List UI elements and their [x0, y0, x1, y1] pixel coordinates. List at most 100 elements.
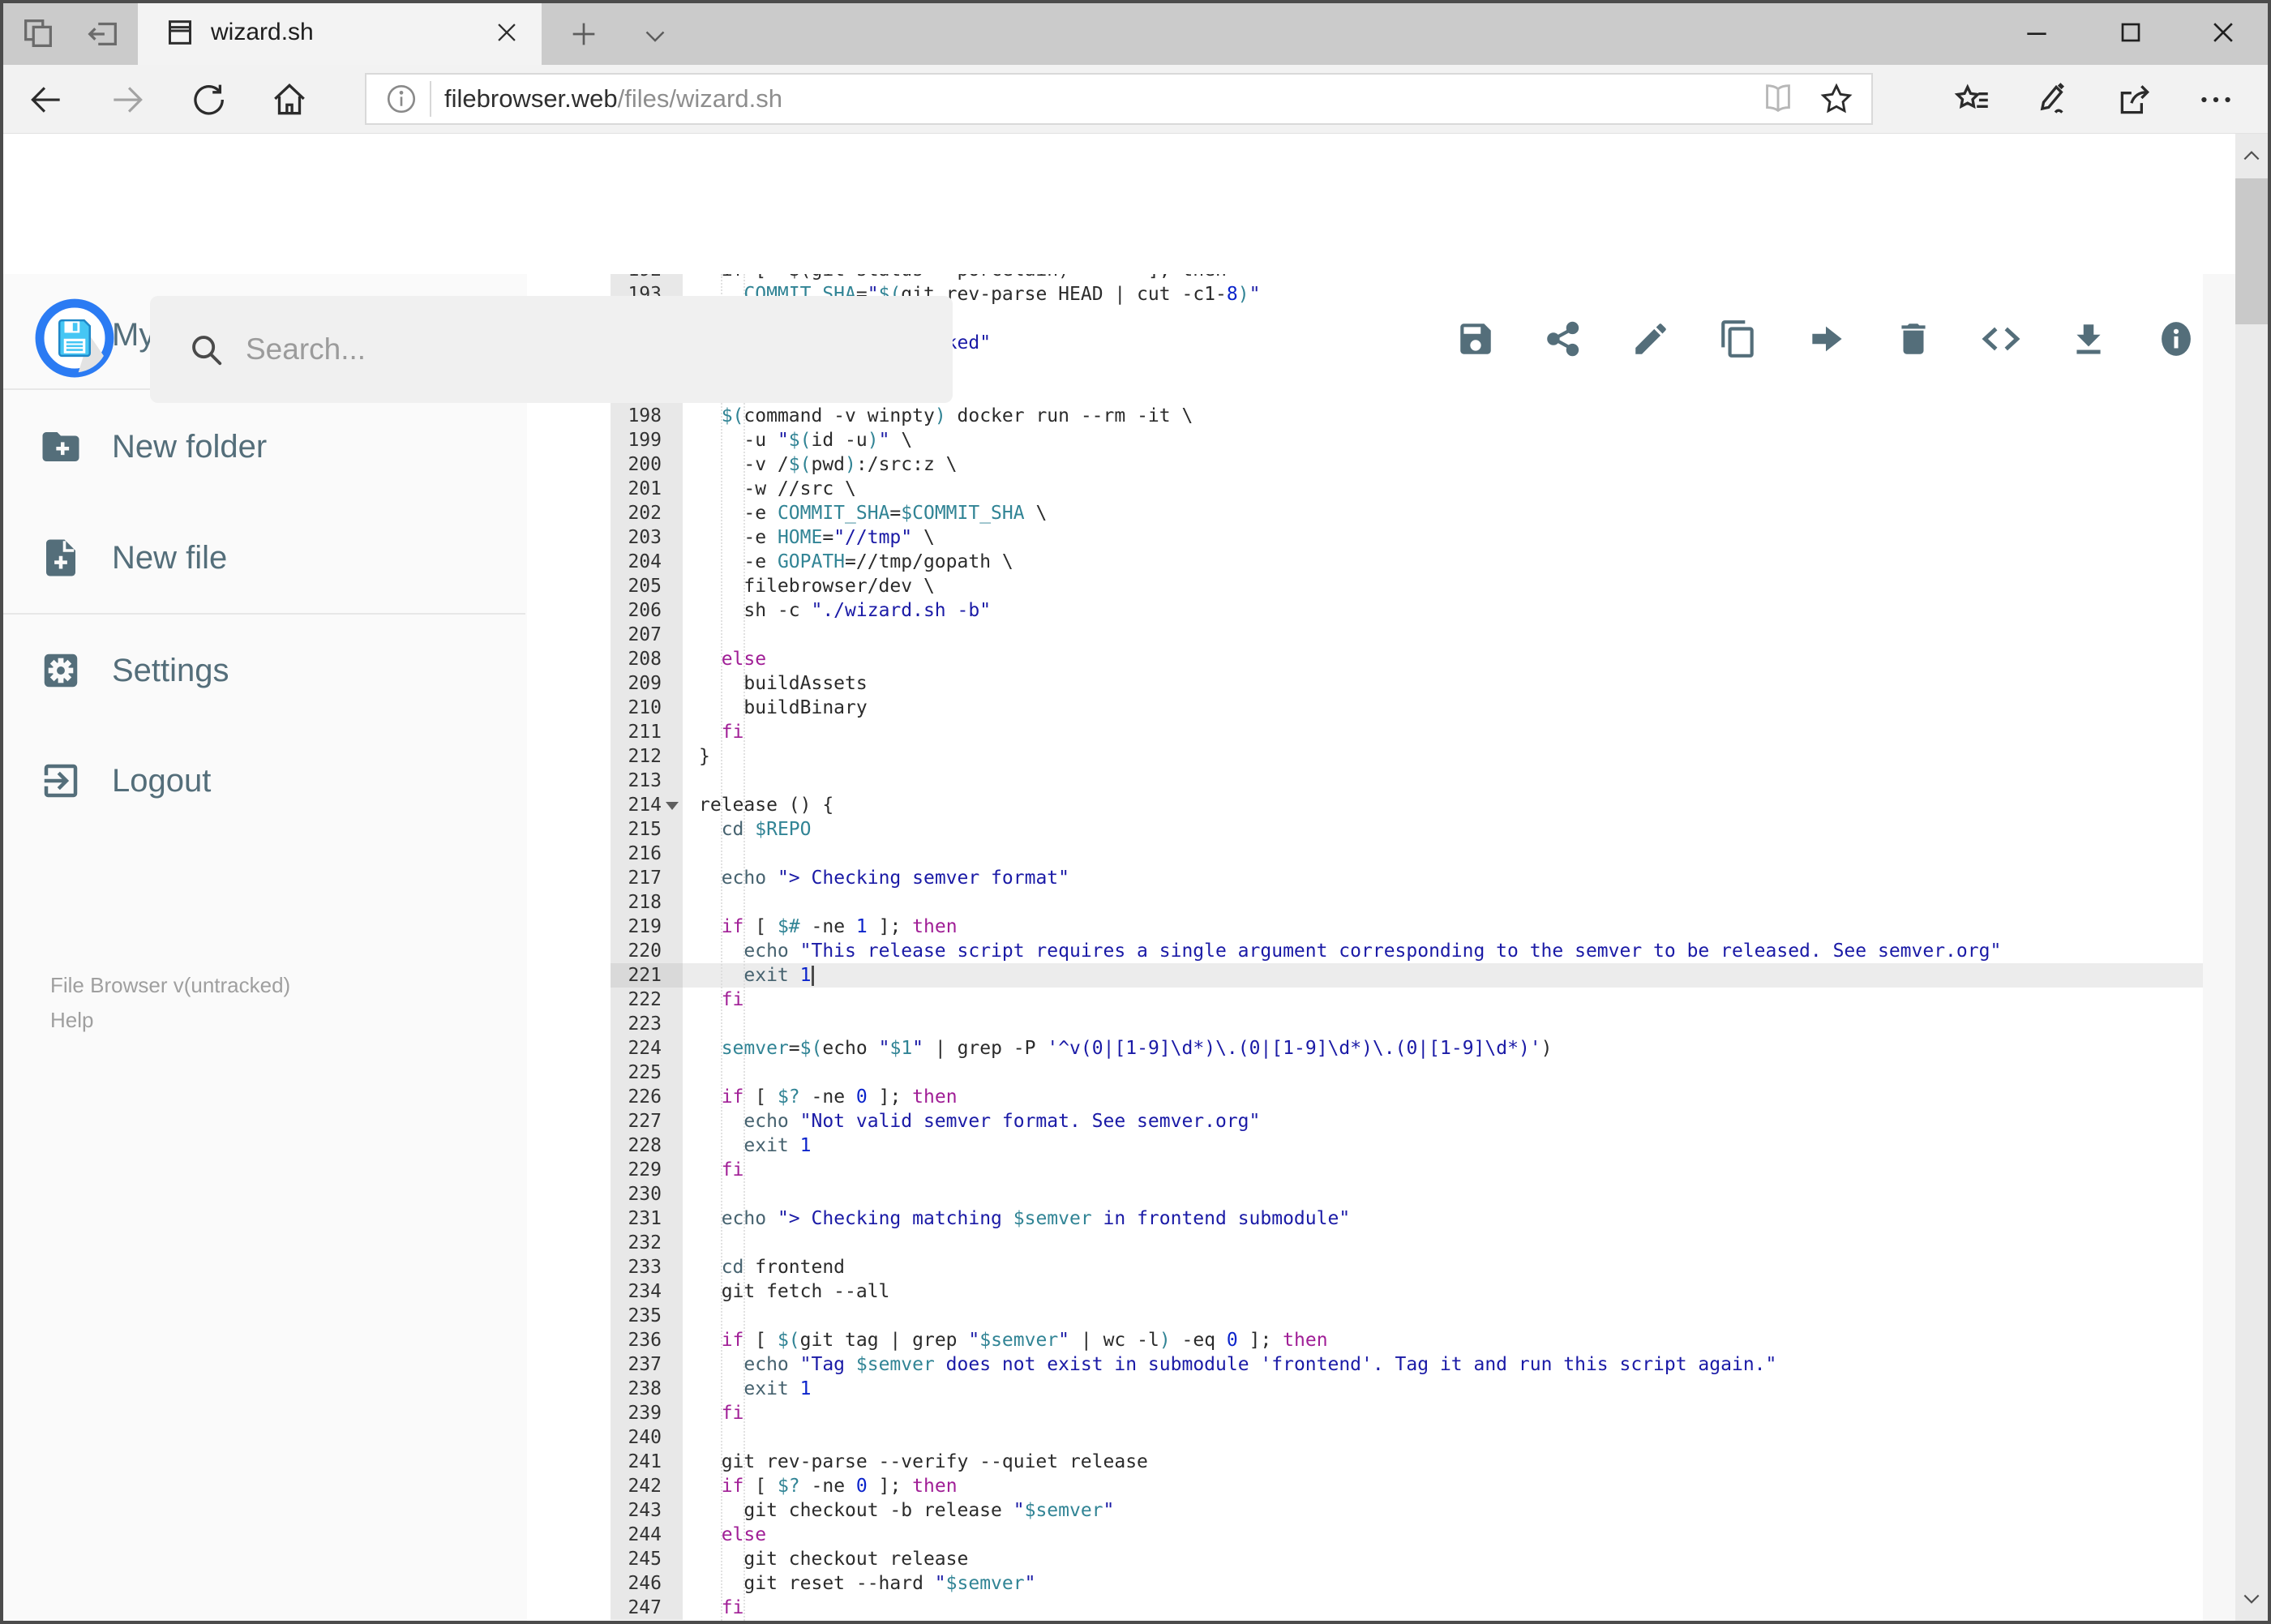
code-line[interactable]: 229 fi: [611, 1158, 2235, 1182]
line-number[interactable]: 222: [611, 988, 683, 1012]
line-number[interactable]: 202: [611, 501, 683, 525]
scroll-down-icon[interactable]: [2241, 1588, 2262, 1609]
code-line[interactable]: 223: [611, 1012, 2235, 1036]
code-line[interactable]: 244 else: [611, 1523, 2235, 1547]
minimize-button[interactable]: [2014, 13, 2059, 52]
code-line[interactable]: 215 cd $REPO: [611, 817, 2235, 842]
code-line[interactable]: 235: [611, 1304, 2235, 1328]
line-number[interactable]: 219: [611, 915, 683, 939]
url-field[interactable]: filebrowser.web/files/wizard.sh: [365, 73, 1873, 125]
code-line[interactable]: 236 if [ $(git tag | grep "$semver" | wc…: [611, 1328, 2235, 1352]
code-line[interactable]: 226 if [ $? -ne 0 ]; then: [611, 1085, 2235, 1109]
code-line[interactable]: 243 git checkout -b release "$semver": [611, 1498, 2235, 1523]
code-line[interactable]: 220 echo "This release script requires a…: [611, 939, 2235, 963]
set-tabs-aside-icon[interactable]: [84, 15, 122, 52]
line-number[interactable]: 230: [611, 1182, 683, 1206]
code-line[interactable]: 242 if [ $? -ne 0 ]; then: [611, 1474, 2235, 1498]
code-view-button[interactable]: [1981, 319, 2021, 359]
line-number[interactable]: 221: [611, 963, 683, 988]
code-line[interactable]: 203 -e HOME="//tmp" \: [611, 525, 2235, 550]
line-number[interactable]: 209: [611, 671, 683, 696]
site-info-icon[interactable]: [384, 82, 418, 116]
line-number[interactable]: 203: [611, 525, 683, 550]
code-line[interactable]: 213: [611, 769, 2235, 793]
more-icon[interactable]: [2196, 79, 2236, 120]
line-number[interactable]: 200: [611, 452, 683, 477]
code-line[interactable]: 200 -v /$(pwd):/src:z \: [611, 452, 2235, 477]
code-line[interactable]: 198 $(command -v winpty) docker run --rm…: [611, 404, 2235, 428]
line-number[interactable]: 247: [611, 1596, 683, 1620]
code-line[interactable]: 238 exit 1: [611, 1377, 2235, 1401]
line-number[interactable]: 242: [611, 1474, 683, 1498]
line-number[interactable]: 205: [611, 574, 683, 598]
line-number[interactable]: 211: [611, 720, 683, 744]
code-line[interactable]: 228 exit 1: [611, 1133, 2235, 1158]
code-line[interactable]: 204 -e GOPATH=//tmp/gopath \: [611, 550, 2235, 574]
code-line[interactable]: 218: [611, 890, 2235, 915]
line-number[interactable]: 231: [611, 1206, 683, 1231]
line-number[interactable]: 238: [611, 1377, 683, 1401]
code-line[interactable]: 207: [611, 623, 2235, 647]
code-line[interactable]: 239 fi: [611, 1401, 2235, 1425]
line-number[interactable]: 232: [611, 1231, 683, 1255]
code-line[interactable]: 241 git rev-parse --verify --quiet relea…: [611, 1450, 2235, 1474]
line-number[interactable]: 239: [611, 1401, 683, 1425]
line-number[interactable]: 220: [611, 939, 683, 963]
favorites-hub-icon[interactable]: [1952, 79, 1993, 120]
refresh-icon[interactable]: [188, 79, 229, 120]
line-number[interactable]: 210: [611, 696, 683, 720]
tab-close-icon[interactable]: [493, 19, 521, 46]
code-line[interactable]: 212}: [611, 744, 2235, 769]
code-line[interactable]: 221 exit 1: [611, 963, 2235, 988]
line-number[interactable]: 237: [611, 1352, 683, 1377]
code-line[interactable]: 232: [611, 1231, 2235, 1255]
line-number[interactable]: 224: [611, 1036, 683, 1061]
code-line[interactable]: 192 if [ "$(git status --porcelain)" = "…: [611, 274, 2235, 282]
code-line[interactable]: 227 echo "Not valid semver format. See s…: [611, 1109, 2235, 1133]
save-button[interactable]: [1455, 319, 1496, 359]
info-button[interactable]: [2156, 319, 2196, 359]
download-button[interactable]: [2068, 319, 2109, 359]
code-line[interactable]: 205 filebrowser/dev \: [611, 574, 2235, 598]
code-line[interactable]: 217 echo "> Checking semver format": [611, 866, 2235, 890]
delete-button[interactable]: [1893, 319, 1934, 359]
line-number[interactable]: 215: [611, 817, 683, 842]
code-line[interactable]: 246 git reset --hard "$semver": [611, 1571, 2235, 1596]
code-line[interactable]: 230: [611, 1182, 2235, 1206]
line-number[interactable]: 201: [611, 477, 683, 501]
scroll-up-icon[interactable]: [2241, 145, 2262, 166]
code-line[interactable]: 211 fi: [611, 720, 2235, 744]
search-input[interactable]: [244, 332, 896, 367]
line-number[interactable]: 199: [611, 428, 683, 452]
editor-scrollbar-track[interactable]: [2203, 274, 2235, 1621]
line-number[interactable]: 214: [611, 793, 683, 817]
line-number[interactable]: 236: [611, 1328, 683, 1352]
line-number[interactable]: 216: [611, 842, 683, 866]
line-number[interactable]: 213: [611, 769, 683, 793]
line-number[interactable]: 234: [611, 1279, 683, 1304]
line-number[interactable]: 246: [611, 1571, 683, 1596]
line-number[interactable]: 223: [611, 1012, 683, 1036]
move-button[interactable]: [1806, 319, 1846, 359]
code-line[interactable]: 216: [611, 842, 2235, 866]
code-line[interactable]: 234 git fetch --all: [611, 1279, 2235, 1304]
fold-arrow-icon[interactable]: [666, 802, 679, 810]
sidebar-item-logout[interactable]: Logout: [0, 732, 527, 829]
tab-preview-icon[interactable]: [19, 15, 57, 52]
line-number[interactable]: 244: [611, 1523, 683, 1547]
code-line[interactable]: 224 semver=$(echo "$1" | grep -P '^v(0|[…: [611, 1036, 2235, 1061]
line-number[interactable]: 218: [611, 890, 683, 915]
code-line[interactable]: 206 sh -c "./wizard.sh -b": [611, 598, 2235, 623]
filebrowser-logo[interactable]: [34, 298, 115, 379]
code-line[interactable]: 202 -e COMMIT_SHA=$COMMIT_SHA \: [611, 501, 2235, 525]
line-number[interactable]: 226: [611, 1085, 683, 1109]
code-line[interactable]: 245 git checkout release: [611, 1547, 2235, 1571]
add-favorite-icon[interactable]: [1818, 80, 1855, 118]
line-number[interactable]: 229: [611, 1158, 683, 1182]
page-scrollbar[interactable]: [2235, 134, 2268, 1621]
line-number[interactable]: 235: [611, 1304, 683, 1328]
home-icon[interactable]: [269, 79, 310, 120]
line-number[interactable]: 228: [611, 1133, 683, 1158]
scrollbar-thumb[interactable]: [2235, 178, 2268, 324]
code-line[interactable]: 201 -w //src \: [611, 477, 2235, 501]
